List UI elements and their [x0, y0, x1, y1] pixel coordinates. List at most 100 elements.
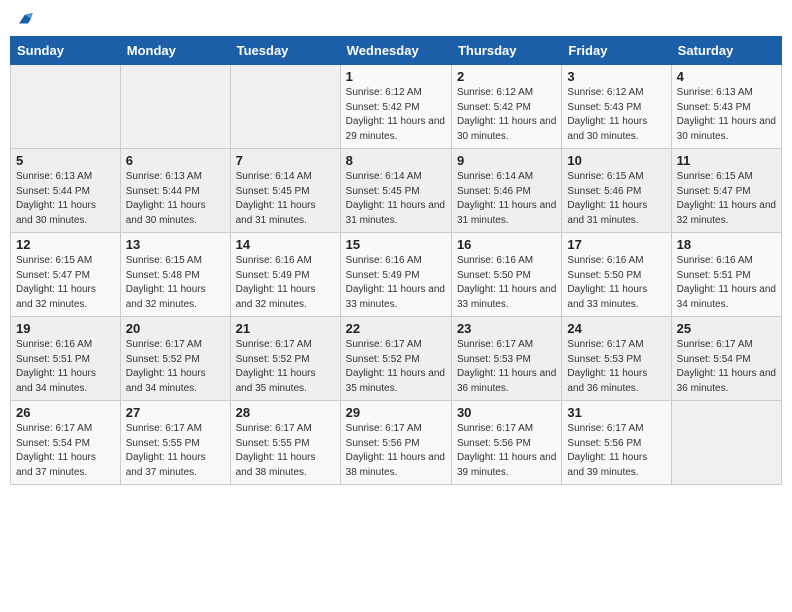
calendar-day-cell: 22 Sunrise: 6:17 AM Sunset: 5:52 PM Dayli…: [340, 317, 451, 401]
day-info: Sunrise: 6:16 AM Sunset: 5:51 PM Dayligh…: [677, 254, 776, 312]
calendar-day-header: Friday: [562, 37, 671, 65]
day-number: 7: [236, 153, 335, 168]
calendar-day-cell: 14 Sunrise: 6:16 AM Sunset: 5:49 PM Dayli…: [230, 233, 340, 317]
day-number: 6: [126, 153, 225, 168]
day-info: Sunrise: 6:17 AM Sunset: 5:56 PM Dayligh…: [346, 422, 446, 480]
day-info: Sunrise: 6:13 AM Sunset: 5:43 PM Dayligh…: [677, 86, 776, 144]
calendar-day-cell: 28Sunrise: 6:17 AM Sunset: 5:55 PM Dayli…: [230, 401, 340, 485]
day-number: 5: [16, 153, 115, 168]
day-number: 10: [567, 153, 665, 168]
calendar-day-cell: [120, 65, 230, 149]
day-info: Sunrise: 6:17 AM Sunset: 5:52 PM Dayligh…: [346, 338, 446, 396]
day-info: Sunrise: 6:16 AM Sunset: 5:51 PM Dayligh…: [16, 338, 115, 396]
calendar-day-header: Wednesday: [340, 37, 451, 65]
day-number: 27: [126, 405, 225, 420]
calendar-day-cell: 6 Sunrise: 6:13 AM Sunset: 5:44 PM Daylig…: [120, 149, 230, 233]
day-info: Sunrise: 6:16 AM Sunset: 5:50 PM Dayligh…: [457, 254, 556, 312]
calendar-day-cell: [671, 401, 781, 485]
day-number: 4: [677, 69, 776, 84]
day-info: Sunrise: 6:17 AM Sunset: 5:55 PM Dayligh…: [126, 422, 225, 480]
day-info: Sunrise: 6:12 AM Sunset: 5:43 PM Dayligh…: [567, 86, 665, 144]
calendar-day-cell: 29 Sunrise: 6:17 AM Sunset: 5:56 PM Dayli…: [340, 401, 451, 485]
day-info: Sunrise: 6:17 AM Sunset: 5:54 PM Dayligh…: [677, 338, 776, 396]
day-number: 30: [457, 405, 556, 420]
calendar-week-row: 1Sunrise: 6:12 AM Sunset: 5:42 PM Daylig…: [11, 65, 782, 149]
day-number: 18: [677, 237, 776, 252]
day-info: Sunrise: 6:17 AM Sunset: 5:56 PM Dayligh…: [457, 422, 556, 480]
calendar-day-header: Monday: [120, 37, 230, 65]
day-number: 2: [457, 69, 556, 84]
day-info: Sunrise: 6:16 AM Sunset: 5:49 PM Dayligh…: [236, 254, 335, 312]
day-info: Sunrise: 6:16 AM Sunset: 5:50 PM Dayligh…: [567, 254, 665, 312]
calendar-week-row: 12Sunrise: 6:15 AM Sunset: 5:47 PM Dayli…: [11, 233, 782, 317]
day-number: 15: [346, 237, 446, 252]
day-info: Sunrise: 6:15 AM Sunset: 5:46 PM Dayligh…: [567, 170, 665, 228]
calendar-day-cell: 2 Sunrise: 6:12 AM Sunset: 5:42 PM Daylig…: [451, 65, 561, 149]
day-info: Sunrise: 6:13 AM Sunset: 5:44 PM Dayligh…: [16, 170, 115, 228]
calendar-table: SundayMondayTuesdayWednesdayThursdayFrid…: [10, 36, 782, 485]
calendar-day-cell: 7 Sunrise: 6:14 AM Sunset: 5:45 PM Daylig…: [230, 149, 340, 233]
day-number: 8: [346, 153, 446, 168]
day-info: Sunrise: 6:14 AM Sunset: 5:45 PM Dayligh…: [236, 170, 335, 228]
calendar-day-cell: 10 Sunrise: 6:15 AM Sunset: 5:46 PM Dayli…: [562, 149, 671, 233]
calendar-day-cell: 27 Sunrise: 6:17 AM Sunset: 5:55 PM Dayli…: [120, 401, 230, 485]
day-number: 13: [126, 237, 225, 252]
calendar-day-cell: 11 Sunrise: 6:15 AM Sunset: 5:47 PM Dayli…: [671, 149, 781, 233]
calendar-day-cell: 30 Sunrise: 6:17 AM Sunset: 5:56 PM Dayli…: [451, 401, 561, 485]
day-info: Sunrise: 6:14 AM Sunset: 5:46 PM Dayligh…: [457, 170, 556, 228]
day-number: 14: [236, 237, 335, 252]
calendar-day-cell: 20Sunrise: 6:17 AM Sunset: 5:52 PM Dayli…: [120, 317, 230, 401]
day-info: Sunrise: 6:17 AM Sunset: 5:52 PM Dayligh…: [236, 338, 335, 396]
day-number: 17: [567, 237, 665, 252]
day-info: Sunrise: 6:13 AM Sunset: 5:44 PM Dayligh…: [126, 170, 225, 228]
day-info: Sunrise: 6:17 AM Sunset: 5:53 PM Dayligh…: [567, 338, 665, 396]
calendar-day-cell: 25 Sunrise: 6:17 AM Sunset: 5:54 PM Dayli…: [671, 317, 781, 401]
calendar-day-cell: 19Sunrise: 6:16 AM Sunset: 5:51 PM Dayli…: [11, 317, 121, 401]
day-number: 12: [16, 237, 115, 252]
day-info: Sunrise: 6:15 AM Sunset: 5:48 PM Dayligh…: [126, 254, 225, 312]
day-number: 25: [677, 321, 776, 336]
calendar-day-cell: 3 Sunrise: 6:12 AM Sunset: 5:43 PM Daylig…: [562, 65, 671, 149]
day-number: 29: [346, 405, 446, 420]
calendar-day-cell: 8 Sunrise: 6:14 AM Sunset: 5:45 PM Daylig…: [340, 149, 451, 233]
calendar-day-cell: 4 Sunrise: 6:13 AM Sunset: 5:43 PM Daylig…: [671, 65, 781, 149]
calendar-week-row: 19Sunrise: 6:16 AM Sunset: 5:51 PM Dayli…: [11, 317, 782, 401]
calendar-day-header: Tuesday: [230, 37, 340, 65]
day-number: 26: [16, 405, 115, 420]
calendar-day-cell: 16 Sunrise: 6:16 AM Sunset: 5:50 PM Dayli…: [451, 233, 561, 317]
day-info: Sunrise: 6:15 AM Sunset: 5:47 PM Dayligh…: [677, 170, 776, 228]
day-number: 22: [346, 321, 446, 336]
day-number: 31: [567, 405, 665, 420]
day-info: Sunrise: 6:12 AM Sunset: 5:42 PM Dayligh…: [457, 86, 556, 144]
calendar-week-row: 5 Sunrise: 6:13 AM Sunset: 5:44 PM Daylig…: [11, 149, 782, 233]
day-number: 3: [567, 69, 665, 84]
day-number: 23: [457, 321, 556, 336]
day-info: Sunrise: 6:17 AM Sunset: 5:54 PM Dayligh…: [16, 422, 115, 480]
calendar-day-cell: 31Sunrise: 6:17 AM Sunset: 5:56 PM Dayli…: [562, 401, 671, 485]
calendar-day-cell: [11, 65, 121, 149]
calendar-week-row: 26 Sunrise: 6:17 AM Sunset: 5:54 PM Dayli…: [11, 401, 782, 485]
day-number: 16: [457, 237, 556, 252]
calendar-day-cell: 5 Sunrise: 6:13 AM Sunset: 5:44 PM Daylig…: [11, 149, 121, 233]
day-info: Sunrise: 6:12 AM Sunset: 5:42 PM Dayligh…: [346, 86, 446, 144]
calendar-header-row: SundayMondayTuesdayWednesdayThursdayFrid…: [11, 37, 782, 65]
day-number: 9: [457, 153, 556, 168]
day-number: 24: [567, 321, 665, 336]
calendar-day-cell: 23Sunrise: 6:17 AM Sunset: 5:53 PM Dayli…: [451, 317, 561, 401]
calendar-day-cell: 13 Sunrise: 6:15 AM Sunset: 5:48 PM Dayli…: [120, 233, 230, 317]
calendar-day-cell: 17 Sunrise: 6:16 AM Sunset: 5:50 PM Dayli…: [562, 233, 671, 317]
calendar-day-cell: 12Sunrise: 6:15 AM Sunset: 5:47 PM Dayli…: [11, 233, 121, 317]
day-number: 11: [677, 153, 776, 168]
calendar-day-cell: 24 Sunrise: 6:17 AM Sunset: 5:53 PM Dayli…: [562, 317, 671, 401]
calendar-day-cell: 21 Sunrise: 6:17 AM Sunset: 5:52 PM Dayli…: [230, 317, 340, 401]
calendar-day-header: Thursday: [451, 37, 561, 65]
calendar-day-cell: 9 Sunrise: 6:14 AM Sunset: 5:46 PM Daylig…: [451, 149, 561, 233]
calendar-day-cell: 15 Sunrise: 6:16 AM Sunset: 5:49 PM Dayli…: [340, 233, 451, 317]
calendar-day-cell: 1Sunrise: 6:12 AM Sunset: 5:42 PM Daylig…: [340, 65, 451, 149]
day-number: 21: [236, 321, 335, 336]
logo: [14, 10, 34, 28]
day-info: Sunrise: 6:14 AM Sunset: 5:45 PM Dayligh…: [346, 170, 446, 228]
day-info: Sunrise: 6:16 AM Sunset: 5:49 PM Dayligh…: [346, 254, 446, 312]
calendar-day-cell: 26 Sunrise: 6:17 AM Sunset: 5:54 PM Dayli…: [11, 401, 121, 485]
calendar-day-header: Saturday: [671, 37, 781, 65]
